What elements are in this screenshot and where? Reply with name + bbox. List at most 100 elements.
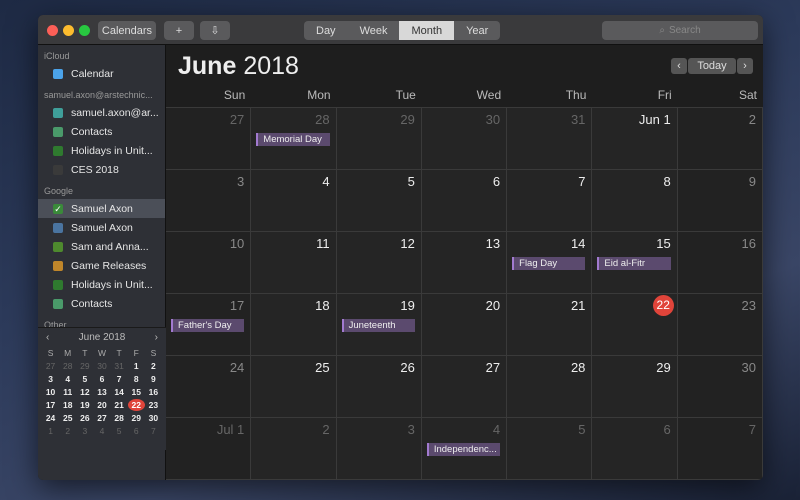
day-cell[interactable]: 23 xyxy=(677,294,763,356)
sidebar-item-calendar[interactable]: Contacts xyxy=(38,122,165,141)
calendar-event[interactable]: Father's Day xyxy=(171,319,245,332)
calendar-color-swatch[interactable] xyxy=(53,145,63,156)
mini-calendar-day[interactable]: 29 xyxy=(76,360,93,372)
day-cell[interactable]: 27 xyxy=(166,108,252,170)
calendar-color-swatch[interactable] xyxy=(53,222,63,233)
day-cell[interactable]: 28 Memorial Day xyxy=(251,108,337,170)
import-icon[interactable]: ⇩ xyxy=(200,21,230,40)
day-cell[interactable]: 3 xyxy=(336,418,422,480)
calendar-color-swatch[interactable] xyxy=(53,279,63,290)
calendar-color-swatch[interactable] xyxy=(53,107,63,118)
mini-calendar-day[interactable]: 12 xyxy=(76,386,93,398)
mini-calendar-day[interactable]: 9 xyxy=(145,373,162,385)
sidebar-item-calendar[interactable]: Calendar xyxy=(38,64,165,83)
tab-week[interactable]: Week xyxy=(348,21,400,40)
mini-calendar-day[interactable]: 1 xyxy=(128,360,145,372)
day-cell[interactable]: 10 xyxy=(166,232,252,294)
mini-calendar-day[interactable]: 21 xyxy=(111,399,128,411)
mini-calendar-day[interactable]: 25 xyxy=(59,412,76,424)
day-cell[interactable]: 9 xyxy=(677,170,763,232)
calendar-color-swatch[interactable] xyxy=(53,126,63,137)
mini-calendar-day[interactable]: 3 xyxy=(42,373,59,385)
mini-calendar-day[interactable]: 24 xyxy=(42,412,59,424)
close-button[interactable] xyxy=(47,25,58,36)
day-cell[interactable]: 16 xyxy=(677,232,763,294)
tab-year[interactable]: Year xyxy=(454,21,500,40)
day-cell[interactable]: 2 xyxy=(251,418,337,480)
day-cell[interactable]: 7 xyxy=(677,418,763,480)
day-cell[interactable]: 31 xyxy=(507,108,593,170)
mini-calendar-day[interactable]: 13 xyxy=(93,386,110,398)
calendar-color-swatch[interactable] xyxy=(53,260,63,271)
checkbox-checked-icon[interactable]: ✓ xyxy=(53,203,63,214)
search-input[interactable]: ⌕ Search xyxy=(602,21,758,40)
day-cell[interactable]: 13 xyxy=(421,232,508,294)
sidebar-item-calendar[interactable]: CES 2018 xyxy=(38,160,165,179)
day-cell[interactable]: 26 xyxy=(336,356,422,418)
day-cell[interactable]: 3 xyxy=(166,170,252,232)
tab-month[interactable]: Month xyxy=(399,21,455,40)
day-cell[interactable]: 4 xyxy=(251,170,337,232)
mini-calendar-day[interactable]: 2 xyxy=(145,360,162,372)
day-cell[interactable]: 28 xyxy=(507,356,593,418)
mini-calendar-day[interactable]: 4 xyxy=(93,425,110,437)
mini-calendar-day[interactable]: 3 xyxy=(76,425,93,437)
calendars-button[interactable]: Calendars xyxy=(98,21,156,40)
day-cell[interactable]: 4 Independenc... xyxy=(421,418,508,480)
mini-calendar-day[interactable]: 6 xyxy=(128,425,145,437)
mini-calendar-day[interactable]: 1 xyxy=(42,425,59,437)
day-cell[interactable]: 25 xyxy=(251,356,337,418)
mini-calendar-day[interactable]: 30 xyxy=(145,412,162,424)
mini-next-button[interactable]: › xyxy=(155,332,158,343)
mini-calendar-day[interactable]: 27 xyxy=(93,412,110,424)
day-cell[interactable]: 20 xyxy=(421,294,508,356)
mini-calendar-day[interactable]: 2 xyxy=(59,425,76,437)
sidebar-item-calendar[interactable]: Holidays in Unit... xyxy=(38,141,165,160)
calendar-color-swatch[interactable] xyxy=(53,68,63,79)
mini-calendar-day[interactable]: 31 xyxy=(111,360,128,372)
mini-calendar-day[interactable]: 28 xyxy=(59,360,76,372)
mini-calendar-day[interactable]: 29 xyxy=(128,412,145,424)
day-cell[interactable]: 12 xyxy=(336,232,422,294)
day-cell[interactable]: 24 xyxy=(166,356,252,418)
day-cell[interactable]: 14 Flag Day xyxy=(507,232,593,294)
day-cell[interactable]: 8 xyxy=(592,170,678,232)
day-cell[interactable]: 29 xyxy=(336,108,422,170)
calendar-event[interactable]: Memorial Day xyxy=(256,133,330,146)
day-cell[interactable]: 30 xyxy=(421,108,508,170)
tab-day[interactable]: Day xyxy=(304,21,348,40)
day-cell[interactable]: 18 xyxy=(251,294,337,356)
day-cell[interactable]: 6 xyxy=(592,418,678,480)
sidebar-item-calendar[interactable]: Sam and Anna... xyxy=(38,237,165,256)
minimize-button[interactable] xyxy=(63,25,74,36)
calendar-event[interactable]: Flag Day xyxy=(512,257,586,270)
mini-calendar-day[interactable]: 7 xyxy=(145,425,162,437)
day-cell[interactable]: Jun 1 xyxy=(592,108,678,170)
day-cell[interactable]: 29 xyxy=(592,356,678,418)
mini-calendar-day[interactable]: 18 xyxy=(59,399,76,411)
sidebar-item-calendar[interactable]: Contacts xyxy=(38,294,165,313)
day-cell[interactable]: 17 Father's Day xyxy=(166,294,252,356)
mini-calendar-day[interactable]: 5 xyxy=(76,373,93,385)
calendar-event[interactable]: Independenc... xyxy=(426,443,501,456)
day-cell[interactable]: 5 xyxy=(336,170,422,232)
day-cell[interactable]: 6 xyxy=(421,170,508,232)
mini-calendar-day[interactable]: 15 xyxy=(128,386,145,398)
mini-calendar-day[interactable]: 17 xyxy=(42,399,59,411)
zoom-button[interactable] xyxy=(79,25,90,36)
day-cell[interactable]: 21 xyxy=(507,294,593,356)
day-cell[interactable]: 11 xyxy=(251,232,337,294)
day-cell[interactable]: 2 xyxy=(677,108,763,170)
mini-calendar-day[interactable]: 5 xyxy=(111,425,128,437)
sidebar-item-calendar[interactable]: Holidays in Unit... xyxy=(38,275,165,294)
mini-calendar-day[interactable]: 30 xyxy=(93,360,110,372)
calendar-event[interactable]: Eid al-Fitr xyxy=(597,257,671,270)
mini-calendar-day[interactable]: 11 xyxy=(59,386,76,398)
sidebar-item-calendar[interactable]: Game Releases xyxy=(38,256,165,275)
mini-calendar-day[interactable]: 10 xyxy=(42,386,59,398)
mini-prev-button[interactable]: ‹ xyxy=(46,332,49,343)
mini-calendar-day[interactable]: 16 xyxy=(145,386,162,398)
mini-calendar-day[interactable]: 4 xyxy=(59,373,76,385)
sidebar-item-calendar[interactable]: samuel.axon@ar... xyxy=(38,103,165,122)
today-button[interactable]: Today xyxy=(688,58,736,74)
